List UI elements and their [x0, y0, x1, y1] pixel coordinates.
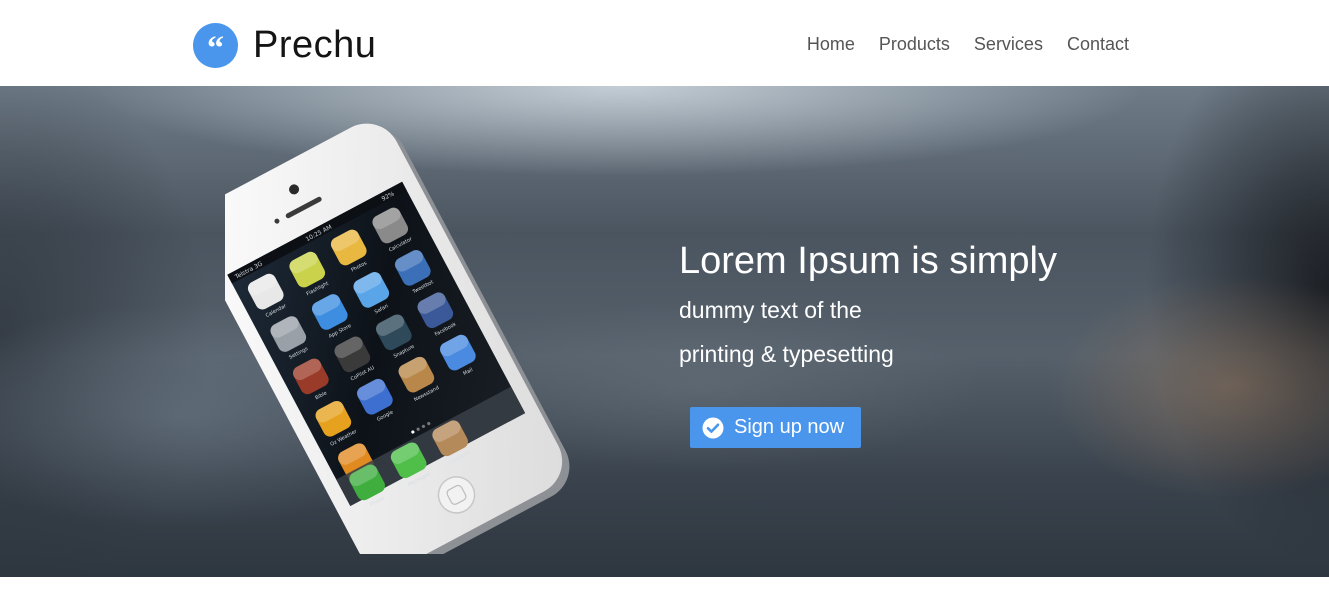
hero-subtitle-line-2: printing & typesetting [679, 341, 894, 367]
brand-name: Prechu [253, 24, 377, 66]
sign-up-label: Sign up now [734, 416, 845, 438]
main-nav: Home Products Services Contact [807, 30, 1129, 58]
quote-mark-icon: “ [193, 22, 238, 68]
landing-page: “ Prechu Home Products Services Contact [0, 0, 1329, 598]
nav-contact[interactable]: Contact [1067, 34, 1129, 54]
site-header: “ Prechu Home Products Services Contact [0, 0, 1329, 86]
svg-text:“: “ [207, 30, 224, 67]
hero-subtitle-line-1: dummy text of the [679, 297, 862, 323]
brand-link[interactable]: “ Prechu [193, 20, 376, 70]
sign-up-button[interactable]: Sign up now [690, 407, 861, 448]
hero-copy: Lorem Ipsum is simply dummy text of the … [679, 234, 1057, 376]
check-circle-icon [702, 417, 724, 438]
nav-services[interactable]: Services [974, 34, 1043, 54]
nav-home[interactable]: Home [807, 34, 855, 54]
hero-title: Lorem Ipsum is simply [679, 240, 1057, 282]
smartphone-mockup: Telstra 3G 10:25 AM 92% CalendarFlashlig… [225, 123, 570, 554]
hero-banner: Telstra 3G 10:25 AM 92% Calendar Flashlig… [0, 86, 1329, 577]
nav-products[interactable]: Products [879, 34, 950, 54]
